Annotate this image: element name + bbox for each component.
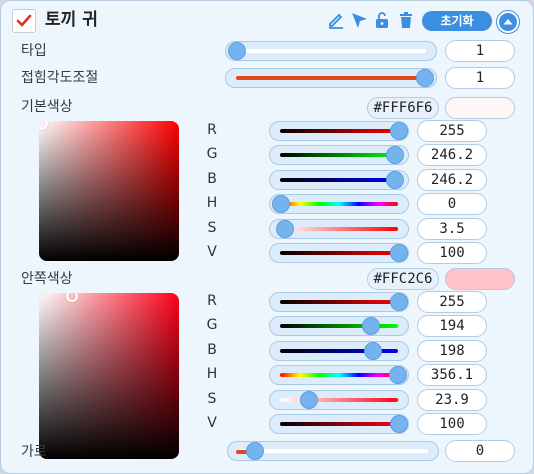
inner-color-channel-b-label: B	[207, 341, 217, 358]
base-color-swatch[interactable]	[445, 97, 515, 119]
inner-color-channel-h-label: H	[206, 366, 218, 383]
check-icon	[16, 14, 32, 27]
fold-angle-slider[interactable]	[225, 68, 437, 88]
base-color-channel-r-slider[interactable]	[269, 121, 409, 141]
base-color-channel-b-thumb[interactable]	[385, 170, 404, 189]
type-slider[interactable]	[225, 41, 437, 61]
inner-color-channel-b-thumb[interactable]	[363, 341, 382, 360]
base-color-channel-v-slider[interactable]	[269, 243, 409, 263]
base-color-channel-v-label: V	[207, 244, 217, 260]
inner-color-swatch[interactable]	[445, 268, 515, 290]
fold-angle-value[interactable]: 1	[445, 67, 515, 89]
base-color-channel-b-value[interactable]: 246.2	[417, 168, 487, 191]
inner-color-channel-g-slider[interactable]	[269, 316, 409, 337]
inner-color-channel-r-label: R	[207, 293, 217, 309]
inner-color-channel-v-thumb[interactable]	[390, 415, 408, 433]
lock-open-icon[interactable]	[373, 11, 391, 29]
inner-color-channel-v-value[interactable]: 100	[417, 413, 487, 435]
inner-color-channel-s-label: S	[207, 390, 217, 407]
base-color-channel-g-slider[interactable]	[269, 145, 409, 166]
type-value[interactable]: 1	[445, 40, 515, 62]
inner-color-channel-g-label: G	[206, 317, 218, 334]
enable-checkbox[interactable]	[12, 9, 36, 33]
inner-color-channel-v-label: V	[207, 415, 217, 431]
base-color-sv-picker[interactable]	[39, 121, 179, 261]
base-color-channel-h-value[interactable]: 0	[417, 193, 487, 216]
base-color-hex[interactable]: #FFF6F6	[367, 97, 439, 119]
cursor-icon[interactable]	[350, 11, 368, 29]
base-color-channel-s-label: S	[207, 219, 217, 236]
inner-color-channel-r-value[interactable]: 255	[417, 291, 487, 313]
inner-color-channel-g-value[interactable]: 194	[417, 315, 487, 338]
type-label: 타입	[21, 43, 47, 59]
width-slider[interactable]	[227, 441, 439, 461]
base-color-channel-v-thumb[interactable]	[390, 244, 408, 262]
inner-color-channel-h-slider[interactable]	[269, 365, 409, 386]
base-color-channel-s-value[interactable]: 3.5	[417, 217, 487, 240]
width-label: 가로	[21, 444, 47, 460]
base-color-channel-g-value[interactable]: 246.2	[417, 144, 487, 167]
inner-color-channel-b-slider[interactable]	[269, 340, 409, 361]
inner-color-hex[interactable]: #FFC2C6	[367, 268, 439, 290]
trash-icon[interactable]	[397, 11, 415, 29]
pen-icon[interactable]	[327, 11, 345, 29]
base-color-channel-g-label: G	[206, 146, 218, 163]
base-color-label: 기본색상	[21, 99, 73, 115]
base-color-channel-v-value[interactable]: 100	[417, 242, 487, 264]
inner-color-label: 안쪽색상	[21, 271, 73, 287]
chevron-up-icon	[503, 19, 513, 25]
inner-color-sv-picker[interactable]	[39, 293, 179, 459]
inner-color-channel-h-value[interactable]: 356.1	[417, 364, 487, 387]
collapse-button[interactable]	[497, 11, 519, 33]
fold-angle-slider-thumb[interactable]	[416, 69, 434, 87]
inner-color-channel-b-value[interactable]: 198	[417, 339, 487, 362]
base-color-channel-r-value[interactable]: 255	[417, 120, 487, 142]
base-color-channel-h-label: H	[206, 195, 218, 212]
inner-color-channel-h-thumb[interactable]	[388, 366, 407, 385]
fold-angle-label: 접힘각도조절	[21, 70, 99, 86]
base-color-channel-r-label: R	[207, 122, 217, 138]
base-color-channel-h-thumb[interactable]	[272, 195, 290, 214]
base-color-channel-b-slider[interactable]	[269, 169, 409, 190]
width-slider-thumb[interactable]	[246, 442, 264, 460]
inner-color-channel-r-thumb[interactable]	[390, 293, 408, 311]
panel-title: 토끼 귀	[45, 10, 98, 30]
base-color-channel-h-slider[interactable]	[269, 194, 409, 215]
base-color-channel-r-thumb[interactable]	[390, 122, 408, 140]
inner-color-channel-s-thumb[interactable]	[300, 390, 319, 409]
inner-color-channel-s-slider[interactable]	[269, 389, 409, 410]
reset-button[interactable]: 초기화	[422, 11, 492, 31]
inner-color-channel-v-slider[interactable]	[269, 414, 409, 434]
inner-color-channel-r-slider[interactable]	[269, 292, 409, 312]
base-color-channel-b-label: B	[207, 170, 217, 187]
inner-color-channel-g-thumb[interactable]	[361, 317, 380, 336]
ear-properties-panel: 토끼 귀 초기화 타입 1 접힘각도조절 1 기본색상 #FFF6F6 R 255…	[0, 0, 534, 474]
inner-color-channel-s-value[interactable]: 23.9	[417, 388, 487, 411]
base-color-channel-s-slider[interactable]	[269, 218, 409, 239]
base-color-channel-g-thumb[interactable]	[385, 146, 404, 165]
width-value[interactable]: 0	[445, 440, 515, 462]
type-slider-thumb[interactable]	[228, 42, 246, 60]
base-color-channel-s-thumb[interactable]	[276, 219, 295, 238]
